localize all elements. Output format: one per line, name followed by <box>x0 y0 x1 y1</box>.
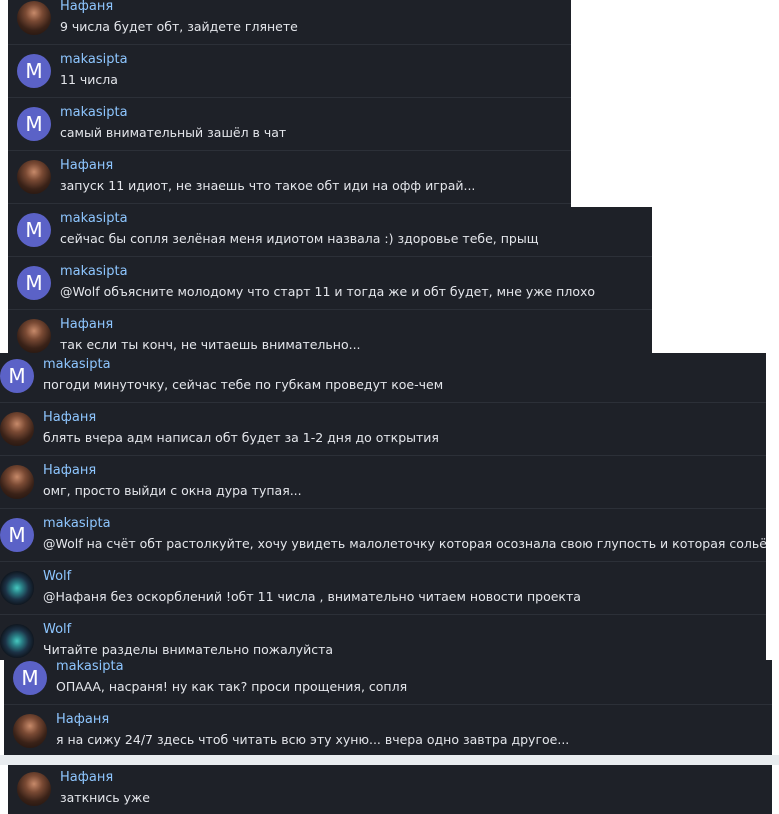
message-author[interactable]: Нафаня <box>60 317 113 332</box>
message-text: я на сижу 24/7 здесь чтоб читать всю эту… <box>56 732 570 747</box>
chat-panel-2: M makasipta сейчас бы сопля зелёная меня… <box>8 207 652 353</box>
makasipta-avatar-icon[interactable]: M <box>17 54 51 88</box>
message-text: так если ты конч, не читаешь внимательно… <box>60 337 361 352</box>
message-text: омг, просто выйди с окна дура тупая... <box>43 483 302 498</box>
message-text: @Wolf объясните молодому что старт 11 и … <box>60 284 596 299</box>
wolf-avatar-icon[interactable] <box>0 571 34 605</box>
wolf-avatar-icon[interactable] <box>0 624 34 658</box>
message-text: 11 числа <box>60 72 118 87</box>
message-text: заткнись уже <box>60 790 150 805</box>
message-row[interactable]: M makasipta сейчас бы сопля зелёная меня… <box>8 207 652 257</box>
chat-panel-1: Нафаня 9 числа будет обт, зайдете глянет… <box>8 0 571 207</box>
message-author[interactable]: makasipta <box>60 264 128 279</box>
message-author[interactable]: Нафаня <box>43 410 96 425</box>
message-text: @Wolf на счёт обт растолкуйте, хочу увид… <box>43 536 766 551</box>
panel-divider <box>0 755 779 765</box>
message-row[interactable]: Wolf @Нафаня без оскорблений !обт 11 чис… <box>0 562 766 615</box>
message-row[interactable]: Нафаня запуск 11 идиот, не знаешь что та… <box>8 151 571 204</box>
nafanya-avatar-icon[interactable] <box>13 714 47 748</box>
message-text: самый внимательный зашёл в чат <box>60 125 287 140</box>
makasipta-avatar-icon[interactable]: M <box>13 661 47 695</box>
nafanya-avatar-icon[interactable] <box>17 1 51 35</box>
chat-panel-4: M makasipta ОПААА, насраня! ну как так? … <box>4 660 772 755</box>
nafanya-avatar-icon[interactable] <box>17 160 51 194</box>
message-text: погоди минуточку, сейчас тебе по губкам … <box>43 377 444 392</box>
message-author[interactable]: makasipta <box>60 211 128 226</box>
chat-screenshot-collage: Нафаня 9 числа будет обт, зайдете глянет… <box>0 0 779 814</box>
chat-panel-5: Нафаня заткнись уже <box>8 765 772 814</box>
message-row[interactable]: M makasipta ОПААА, насраня! ну как так? … <box>4 660 772 705</box>
message-row[interactable]: M makasipta @Wolf на счёт обт растолкуйт… <box>0 509 766 562</box>
message-author[interactable]: Нафаня <box>60 158 113 173</box>
nafanya-avatar-icon[interactable] <box>0 465 34 499</box>
nafanya-avatar-icon[interactable] <box>17 772 51 806</box>
makasipta-avatar-icon[interactable]: M <box>0 359 34 393</box>
message-row[interactable]: Нафаня заткнись уже <box>8 765 772 814</box>
makasipta-avatar-icon[interactable]: M <box>17 213 51 247</box>
message-author[interactable]: makasipta <box>43 516 111 531</box>
message-row[interactable]: Wolf Читайте разделы внимательно пожалуй… <box>0 615 766 660</box>
chat-panel-3: M makasipta погоди минуточку, сейчас теб… <box>0 353 766 660</box>
message-author[interactable]: makasipta <box>60 105 128 120</box>
makasipta-avatar-icon[interactable]: M <box>17 266 51 300</box>
message-text: @Нафаня без оскорблений !обт 11 числа , … <box>43 589 581 604</box>
makasipta-avatar-icon[interactable]: M <box>17 107 51 141</box>
message-row[interactable]: M makasipta самый внимательный зашёл в ч… <box>8 98 571 151</box>
message-text: сейчас бы сопля зелёная меня идиотом наз… <box>60 231 539 246</box>
message-author[interactable]: makasipta <box>60 52 128 67</box>
message-author[interactable]: makasipta <box>43 357 111 372</box>
message-row[interactable]: M makasipta погоди минуточку, сейчас теб… <box>0 353 766 403</box>
message-row[interactable]: Нафаня так если ты конч, не читаешь вним… <box>8 310 652 353</box>
message-row[interactable]: Нафаня я на сижу 24/7 здесь чтоб читать … <box>4 705 772 755</box>
makasipta-avatar-icon[interactable]: M <box>0 518 34 552</box>
message-text: блять вчера адм написал обт будет за 1-2… <box>43 430 439 445</box>
message-author[interactable]: Нафаня <box>43 463 96 478</box>
message-author[interactable]: Wolf <box>43 569 71 584</box>
message-row[interactable]: Нафаня блять вчера адм написал обт будет… <box>0 403 766 456</box>
message-author[interactable]: Wolf <box>43 622 71 637</box>
nafanya-avatar-icon[interactable] <box>0 412 34 446</box>
message-text: Читайте разделы внимательно пожалуйста <box>43 642 334 657</box>
message-row[interactable]: M makasipta @Wolf объясните молодому что… <box>8 257 652 310</box>
nafanya-avatar-icon[interactable] <box>17 319 51 353</box>
message-row[interactable]: M makasipta 11 числа <box>8 45 571 98</box>
message-text: ОПААА, насраня! ну как так? проси прощен… <box>56 679 408 694</box>
message-text: запуск 11 идиот, не знаешь что такое обт… <box>60 178 476 193</box>
message-author[interactable]: makasipta <box>56 660 124 674</box>
message-row[interactable]: Нафаня 9 числа будет обт, зайдете глянет… <box>8 0 571 45</box>
message-author[interactable]: Нафаня <box>60 0 113 14</box>
message-row[interactable]: Нафаня омг, просто выйди с окна дура туп… <box>0 456 766 509</box>
message-author[interactable]: Нафаня <box>60 770 113 785</box>
message-text: 9 числа будет обт, зайдете глянете <box>60 19 298 34</box>
message-author[interactable]: Нафаня <box>56 712 109 727</box>
